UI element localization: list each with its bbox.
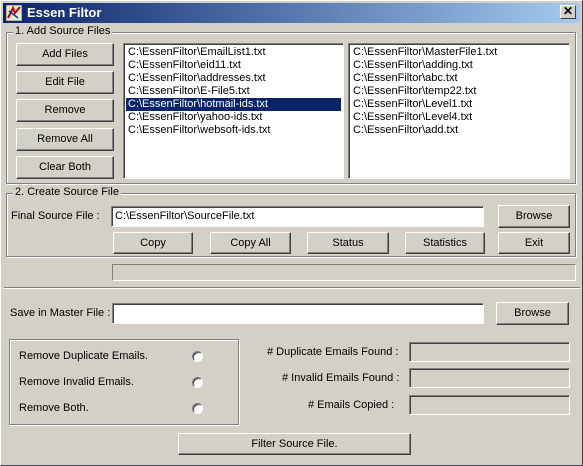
remove-both-label: Remove Both. (19, 402, 89, 414)
section-divider (4, 287, 580, 289)
remove-duplicate-radio[interactable] (192, 351, 203, 362)
copy-button[interactable]: Copy (113, 232, 193, 254)
app-icon (6, 5, 22, 21)
source-files-list[interactable]: C:\EssenFiltor\EmailList1.txt C:\EssenFi… (123, 43, 344, 179)
duplicate-count-label: # Duplicate Emails Found : (267, 346, 399, 358)
list-item[interactable]: C:\EssenFiltor\EmailList1.txt (126, 46, 341, 59)
list-item[interactable]: C:\EssenFiltor\Level1.txt (351, 98, 567, 111)
main-window: Essen Filtor ✕ 1. Add Source Files Add F… (0, 0, 583, 466)
list-item[interactable]: C:\EssenFiltor\addresses.txt (126, 72, 341, 85)
invalid-count-label: # Invalid Emails Found : (282, 372, 400, 384)
progress-bar (112, 264, 576, 281)
list-item-selected[interactable]: C:\EssenFiltor\hotmail-ids.txt (126, 98, 341, 111)
filter-source-button[interactable]: Filter Source File. (178, 433, 411, 455)
list-item[interactable]: C:\EssenFiltor\websoft-ids.txt (126, 124, 341, 137)
clear-both-button[interactable]: Clear Both (16, 156, 114, 179)
remove-invalid-radio[interactable] (192, 377, 203, 388)
list-item[interactable]: C:\EssenFiltor\E-File5.txt (126, 85, 341, 98)
create-source-file-legend: 2. Create Source File (13, 186, 121, 198)
remove-all-button[interactable]: Remove All (16, 128, 114, 151)
copied-count-field (409, 395, 570, 415)
master-file-label: Save in Master File : (10, 307, 111, 319)
list-item[interactable]: C:\EssenFiltor\eid11.txt (126, 59, 341, 72)
final-source-file-input[interactable]: C:\EssenFiltor\SourceFile.txt (111, 206, 484, 227)
list-item[interactable]: C:\EssenFiltor\Level4.txt (351, 111, 567, 124)
edit-file-button[interactable]: Edit File (16, 71, 114, 94)
master-files-list[interactable]: C:\EssenFiltor\MasterFile1.txt C:\EssenF… (348, 43, 570, 179)
copied-count-label: # Emails Copied : (308, 399, 395, 411)
browse-source-button[interactable]: Browse (498, 205, 570, 228)
copy-all-button[interactable]: Copy All (210, 232, 291, 254)
close-button[interactable]: ✕ (560, 5, 576, 19)
remove-invalid-label: Remove Invalid Emails. (19, 376, 134, 388)
list-item[interactable]: C:\EssenFiltor\add.txt (351, 124, 567, 137)
title-bar[interactable]: Essen Filtor ✕ (3, 3, 580, 23)
duplicate-count-field (409, 342, 570, 362)
statistics-button[interactable]: Statistics (405, 232, 485, 254)
list-item[interactable]: C:\EssenFiltor\yahoo-ids.txt (126, 111, 341, 124)
list-item[interactable]: C:\EssenFiltor\abc.txt (351, 72, 567, 85)
remove-button[interactable]: Remove (16, 99, 114, 122)
list-item[interactable]: C:\EssenFiltor\adding.txt (351, 59, 567, 72)
remove-both-radio[interactable] (192, 403, 203, 414)
remove-duplicate-label: Remove Duplicate Emails. (19, 350, 148, 362)
window-title: Essen Filtor (27, 5, 102, 20)
invalid-count-field (409, 368, 570, 388)
add-source-files-legend: 1. Add Source Files (13, 25, 113, 37)
browse-master-button[interactable]: Browse (496, 302, 569, 325)
master-file-input[interactable] (112, 303, 484, 324)
list-item[interactable]: C:\EssenFiltor\temp22.txt (351, 85, 567, 98)
exit-button[interactable]: Exit (498, 232, 570, 254)
final-source-file-label: Final Source File : (11, 210, 100, 222)
list-item[interactable]: C:\EssenFiltor\MasterFile1.txt (351, 46, 567, 59)
add-files-button[interactable]: Add Files (16, 43, 114, 66)
status-button[interactable]: Status (307, 232, 389, 254)
